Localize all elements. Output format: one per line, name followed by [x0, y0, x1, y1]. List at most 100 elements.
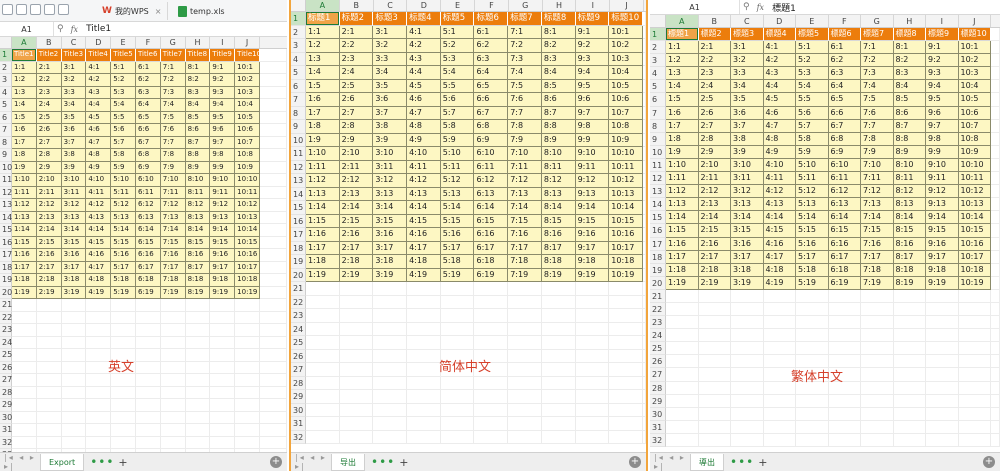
cell[interactable]: 10:14	[235, 224, 260, 237]
cell[interactable]: 10:7	[609, 106, 643, 120]
cell[interactable]	[575, 376, 610, 390]
cell[interactable]: 4:16	[407, 228, 441, 242]
cell[interactable]: 1:18	[12, 274, 37, 287]
column-header-e[interactable]: E	[796, 15, 829, 27]
cell[interactable]: 8:6	[541, 93, 576, 107]
cell[interactable]: 5:7	[440, 106, 475, 120]
fx-icon[interactable]: fx	[71, 25, 78, 34]
cell[interactable]: Title5	[111, 49, 136, 62]
row-header-10[interactable]: 10	[650, 145, 666, 159]
cell[interactable]: 3:12	[61, 199, 87, 212]
cell[interactable]	[958, 355, 991, 369]
cell[interactable]: 2:10	[36, 174, 62, 187]
cell[interactable]	[86, 399, 112, 412]
row-header-28[interactable]: 28	[0, 386, 12, 399]
cell[interactable]	[235, 324, 260, 337]
cell[interactable]: 2:11	[339, 160, 374, 174]
cell[interactable]	[36, 399, 62, 412]
cell[interactable]: 4:11	[407, 160, 441, 174]
cell[interactable]: 9:8	[210, 149, 236, 162]
cell[interactable]	[541, 417, 576, 431]
cell[interactable]	[698, 355, 731, 369]
cell[interactable]	[893, 394, 926, 408]
cell[interactable]	[474, 376, 509, 390]
cell[interactable]: 9:18	[575, 255, 610, 269]
cell[interactable]	[440, 390, 475, 404]
column-header-f[interactable]: F	[829, 15, 861, 27]
cell[interactable]: 3:5	[373, 79, 408, 93]
cell[interactable]	[828, 394, 861, 408]
cell[interactable]: 3:16	[731, 237, 764, 251]
cell[interactable]: 2:16	[698, 237, 731, 251]
cell[interactable]	[235, 336, 260, 349]
cell[interactable]: 1:1	[12, 61, 37, 74]
cell[interactable]: 7:5	[160, 111, 186, 124]
cell[interactable]: 5:2	[796, 54, 829, 68]
cell[interactable]: 10:5	[235, 111, 260, 124]
cell[interactable]: 1:13	[666, 198, 699, 212]
cell[interactable]	[575, 309, 610, 323]
cell[interactable]: 6:4	[828, 80, 861, 94]
cell[interactable]: 9:16	[210, 249, 236, 262]
cell[interactable]	[541, 390, 576, 404]
cell[interactable]: 5:14	[796, 211, 829, 225]
cell[interactable]: 3:9	[373, 133, 408, 147]
cell[interactable]: 6:19	[828, 276, 861, 290]
cell[interactable]: 9:16	[575, 228, 610, 242]
cell[interactable]: 9:5	[210, 111, 236, 124]
row-header-12[interactable]: 12	[291, 160, 306, 174]
row-header-12[interactable]: 12	[650, 172, 666, 186]
cell[interactable]: 9:4	[926, 80, 959, 94]
cell[interactable]: 3:3	[373, 52, 408, 66]
row-header-5[interactable]: 5	[0, 99, 12, 112]
cell[interactable]: 9:4	[210, 99, 236, 112]
cell[interactable]: 8:4	[185, 99, 211, 112]
cell[interactable]: 1:5	[666, 93, 699, 107]
cell[interactable]: 5:1	[440, 25, 475, 39]
cell[interactable]	[160, 311, 186, 324]
cell[interactable]: 5:13	[796, 198, 829, 212]
cell[interactable]: 1:2	[12, 74, 37, 87]
cell[interactable]	[210, 349, 236, 362]
cell[interactable]: 5:15	[440, 214, 475, 228]
cell[interactable]: 9:19	[210, 286, 236, 299]
row-header-20[interactable]: 20	[0, 286, 12, 299]
cell[interactable]	[731, 368, 764, 382]
cell[interactable]: 1:13	[305, 187, 340, 201]
cell[interactable]: 8:3	[893, 67, 926, 81]
cell[interactable]: 8:13	[185, 211, 211, 224]
cell[interactable]: 1:15	[305, 214, 340, 228]
sheet-nav-arrows[interactable]: |◂ ◂ ▸ ▸|	[0, 453, 40, 471]
cell[interactable]	[12, 424, 37, 437]
cell[interactable]: 8:19	[185, 286, 211, 299]
cell[interactable]	[12, 411, 37, 424]
cell[interactable]: 2:15	[339, 214, 374, 228]
row-header-8[interactable]: 8	[291, 106, 306, 120]
cell[interactable]: 8:17	[541, 241, 576, 255]
cell[interactable]: 5:9	[111, 161, 136, 174]
cell[interactable]: 10:2	[958, 54, 991, 68]
cell[interactable]: 7:10	[160, 174, 186, 187]
cell[interactable]	[508, 363, 542, 377]
cell[interactable]: 标题5	[440, 12, 475, 26]
cell[interactable]	[339, 390, 374, 404]
cell[interactable]: 8:1	[185, 61, 211, 74]
cell[interactable]: 3:6	[731, 106, 764, 120]
cell[interactable]: 4:19	[407, 268, 441, 282]
cell[interactable]: 3:6	[373, 93, 408, 107]
cell[interactable]	[541, 363, 576, 377]
cell[interactable]	[185, 361, 211, 374]
cell[interactable]: 6:5	[828, 93, 861, 107]
cell[interactable]: 4:4	[407, 66, 441, 80]
cell[interactable]: 5:14	[111, 224, 136, 237]
cell[interactable]	[763, 302, 796, 317]
cell[interactable]	[185, 436, 211, 449]
cell[interactable]: 4:4	[86, 99, 112, 112]
cell[interactable]: 6:13	[474, 187, 509, 201]
row-header-1[interactable]: 1	[0, 49, 12, 62]
cell[interactable]: 2:3	[339, 52, 374, 66]
column-header-g[interactable]: G	[509, 0, 543, 11]
cell[interactable]: 8:4	[541, 66, 576, 80]
cell[interactable]	[958, 329, 991, 343]
cell[interactable]: 7:5	[861, 93, 894, 107]
